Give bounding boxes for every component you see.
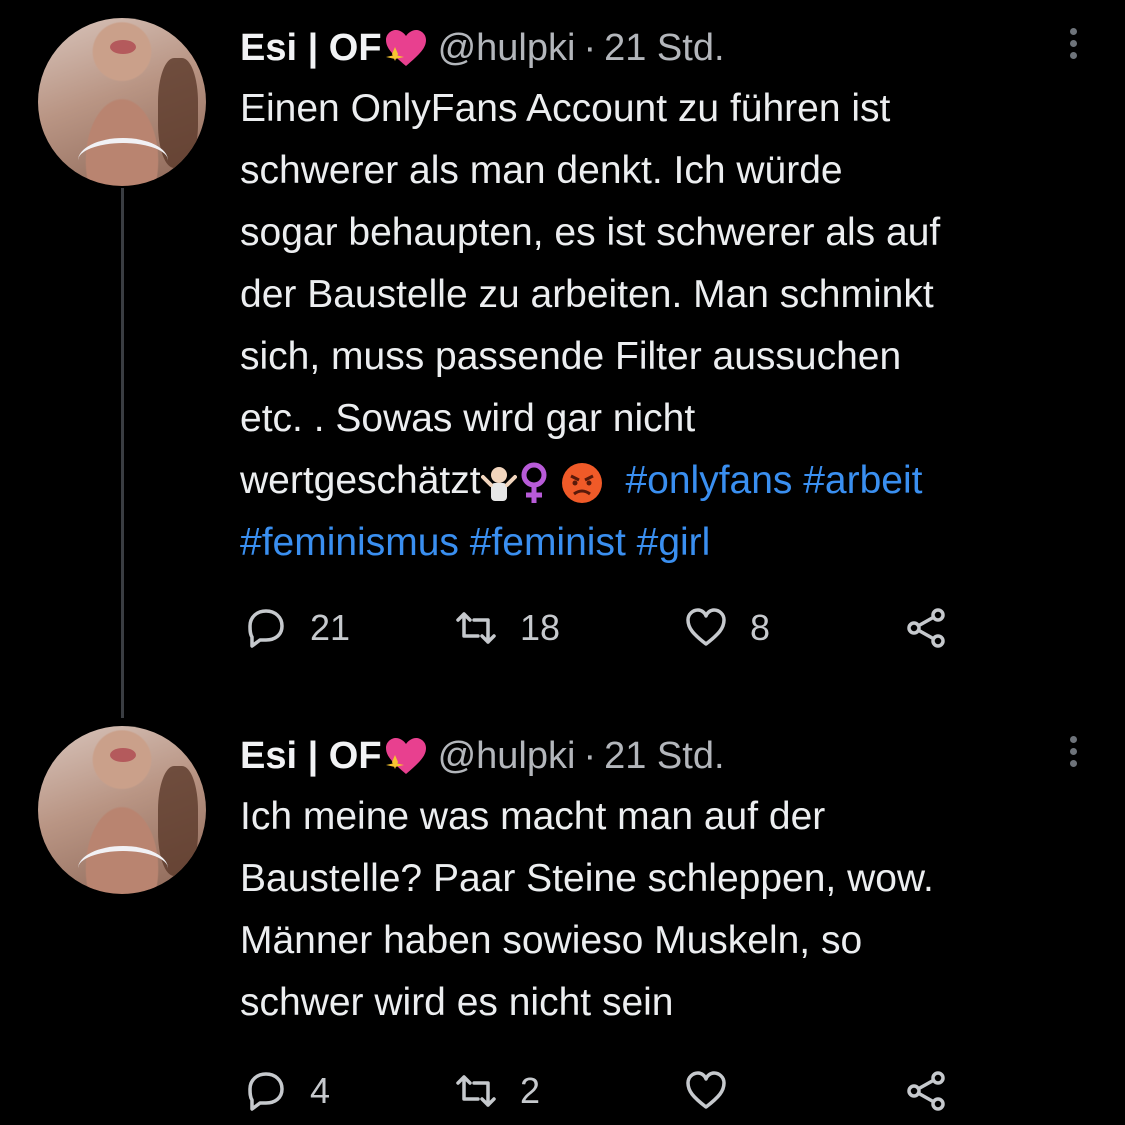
heart-icon (686, 1071, 726, 1109)
text-line: Baustelle? Paar Steine schleppen, wow. (240, 857, 934, 900)
avatar[interactable] (38, 18, 206, 186)
text-line: wertgeschätzt #onlyfans #arbeit (240, 450, 1085, 512)
timestamp[interactable]: 21 Std. (604, 726, 724, 786)
retweet-button[interactable]: 2 (454, 1066, 540, 1116)
tweet-text: Einen OnlyFans Account zu führen ist sch… (240, 78, 1085, 574)
text-line: Ich meine was macht man auf der (240, 795, 826, 838)
heart-icon (686, 608, 726, 646)
text-line: schwerer als man denkt. Ich würde (240, 149, 843, 192)
retweet-icon (456, 1075, 496, 1107)
tweet-actions: 4 2 (244, 1066, 984, 1116)
text-line: schwer wird es nicht sein (240, 981, 674, 1024)
sparkling-heart-icon (385, 30, 426, 66)
share-icon (907, 608, 945, 648)
like-button[interactable] (684, 1066, 750, 1116)
thread-connector-line (121, 188, 124, 718)
hashtag-link[interactable]: #onlyfans #arbeit (625, 459, 922, 502)
reply-button[interactable]: 21 (244, 603, 350, 653)
like-count: 8 (750, 607, 771, 648)
reply-button[interactable]: 4 (244, 1066, 330, 1116)
text-line: etc. . Sowas wird gar nicht (240, 397, 696, 440)
reply-count: 4 (310, 1070, 331, 1111)
text-line: Männer haben sowieso Muskeln, so (240, 919, 863, 962)
author-handle[interactable]: @hulpki (438, 726, 576, 786)
retweet-button[interactable]: 18 (454, 603, 560, 653)
tweet-header: Esi | OF @hulpki · 21 Std. (240, 726, 1085, 786)
more-vertical-icon[interactable] (1063, 736, 1083, 776)
tweet-header: Esi | OF @hulpki · 21 Std. (240, 18, 1085, 78)
tweet-text: Ich meine was macht man auf der Baustell… (240, 786, 1085, 1034)
sparkling-heart-icon (385, 738, 426, 774)
angry-face-icon (561, 462, 602, 503)
reply-icon (248, 609, 284, 648)
avatar[interactable] (38, 726, 206, 894)
reply-count: 21 (310, 607, 351, 648)
author-handle[interactable]: @hulpki (438, 18, 576, 78)
retweet-icon (456, 612, 496, 644)
author-name[interactable]: Esi | OF (240, 18, 382, 78)
text-line: sogar behaupten, es ist schwerer als auf (240, 211, 941, 254)
share-button[interactable] (904, 1066, 970, 1116)
female-sign-icon (521, 462, 547, 503)
text-line: #feminismus #feminist #girl (240, 512, 1085, 574)
share-button[interactable] (904, 603, 970, 653)
separator-dot: · (583, 27, 597, 69)
text-line: sich, muss passende Filter aussuchen (240, 335, 902, 378)
tweet-actions: 21 18 8 (244, 603, 984, 653)
retweet-count: 2 (520, 1070, 541, 1111)
author-name[interactable]: Esi | OF (240, 726, 382, 786)
like-button[interactable]: 8 (684, 603, 770, 653)
text-line: Einen OnlyFans Account zu führen ist (240, 87, 891, 130)
separator-dot: · (583, 735, 597, 777)
text-fragment: wertgeschätzt (240, 459, 481, 502)
shrug-emoji-icon (480, 466, 517, 501)
timestamp[interactable]: 21 Std. (604, 18, 724, 78)
share-icon (907, 1071, 945, 1111)
text-line: der Baustelle zu arbeiten. Man schminkt (240, 273, 934, 316)
more-vertical-icon[interactable] (1063, 28, 1083, 68)
retweet-count: 18 (520, 607, 561, 648)
hashtag-link[interactable]: #feminismus #feminist #girl (240, 521, 710, 564)
reply-icon (248, 1072, 284, 1111)
